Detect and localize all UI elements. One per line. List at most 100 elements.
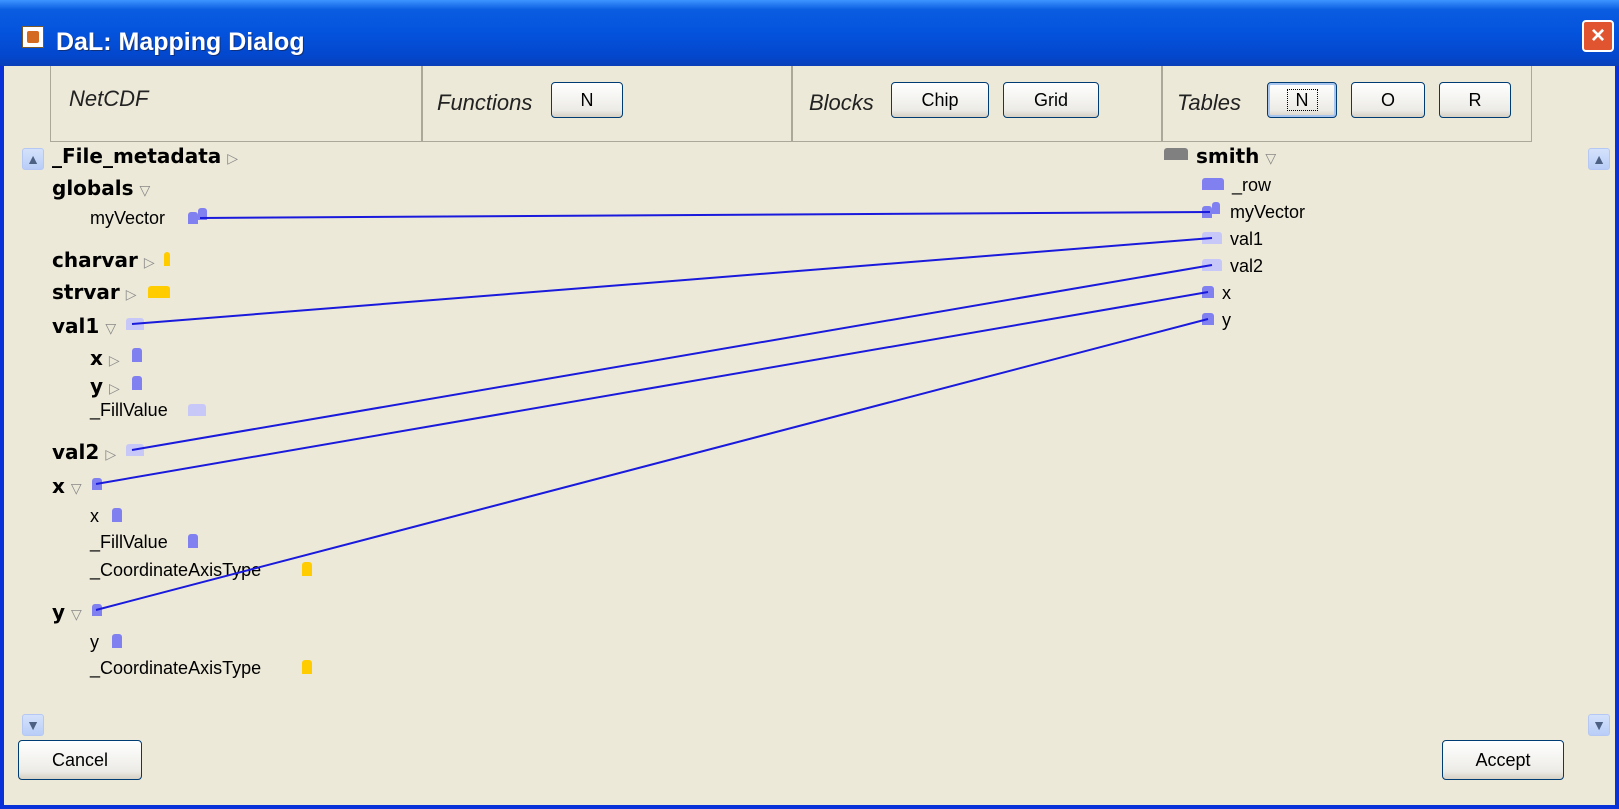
tables-r-button[interactable]: R xyxy=(1439,82,1511,118)
tables-n-button-label: N xyxy=(1286,89,1318,111)
tree-node-label: strvar xyxy=(52,280,120,304)
column-node-y[interactable]: y xyxy=(1222,310,1231,331)
blocks-label: Blocks xyxy=(809,90,874,115)
collapse-arrow-icon[interactable]: ▽ xyxy=(1265,151,1276,167)
window-title: DaL: Mapping Dialog xyxy=(56,28,305,56)
tree-node-charvar[interactable]: charvar ▷ xyxy=(52,248,155,272)
collapse-arrow-icon[interactable]: ▽ xyxy=(139,183,150,199)
left-scrollbar[interactable]: ▲ ▼ xyxy=(22,148,46,750)
tree-node-label: x xyxy=(52,474,65,498)
blocks-panel-header: Blocks Chip Grid xyxy=(792,66,1162,142)
collapse-arrow-icon[interactable]: ▽ xyxy=(71,481,82,497)
tree-node-x[interactable]: x ▽ xyxy=(52,474,82,498)
column-node-row[interactable]: _row xyxy=(1232,175,1271,196)
tables-label: Tables xyxy=(1177,90,1242,115)
expand-arrow-icon[interactable]: ▷ xyxy=(109,353,120,369)
column-node-x[interactable]: x xyxy=(1222,283,1231,304)
string-attribute-icon xyxy=(302,660,312,674)
variable-tag-icon[interactable] xyxy=(92,604,102,616)
link-myvector-myvector[interactable] xyxy=(199,211,1211,219)
dimension-tag-icon xyxy=(132,376,142,390)
tree-node-label: y xyxy=(52,600,66,624)
tree-node-globals[interactable]: globals ▽ xyxy=(52,176,150,200)
expand-arrow-icon[interactable]: ▷ xyxy=(105,447,116,463)
tree-node-label: charvar xyxy=(52,248,138,272)
column-tag-icon[interactable] xyxy=(1202,232,1222,244)
tree-node-val1-y[interactable]: y ▷ xyxy=(90,374,120,398)
tree-node-label: val1 xyxy=(52,314,100,338)
tree-node-val1-fillvalue[interactable]: _FillValue xyxy=(90,400,168,421)
tree-node-label: y xyxy=(90,374,104,398)
tree-node-x-x[interactable]: x xyxy=(90,506,99,527)
tree-node-val2[interactable]: val2 ▷ xyxy=(52,440,116,464)
functions-n-button[interactable]: N xyxy=(551,82,623,118)
expand-arrow-icon[interactable]: ▷ xyxy=(144,255,155,271)
column-tag-icon xyxy=(1212,202,1220,214)
link-y-y[interactable] xyxy=(95,318,1209,611)
variable-tag-icon[interactable] xyxy=(126,444,144,456)
tree-node-y[interactable]: y ▽ xyxy=(52,600,82,624)
column-tag-icon[interactable] xyxy=(1202,259,1222,271)
tables-o-button[interactable]: O xyxy=(1351,82,1425,118)
tree-node-val1-x[interactable]: x ▷ xyxy=(90,346,120,370)
string-attribute-icon xyxy=(302,562,312,576)
title-bar: DaL: Mapping Dialog × xyxy=(0,0,1619,66)
scroll-up-button-right[interactable]: ▲ xyxy=(1588,148,1610,170)
tree-node-label: globals xyxy=(52,176,134,200)
scroll-down-button-right[interactable]: ▼ xyxy=(1588,714,1610,736)
variable-tag-icon xyxy=(198,208,207,220)
column-tag-icon[interactable] xyxy=(1202,206,1212,218)
tree-node-file-metadata[interactable]: _File_metadata ▷ xyxy=(52,144,238,168)
tree-node-label: _File_metadata xyxy=(52,144,222,168)
blocks-grid-button[interactable]: Grid xyxy=(1003,82,1099,118)
string-type-icon xyxy=(148,286,170,298)
java-app-icon xyxy=(22,26,44,48)
tables-n-button[interactable]: N xyxy=(1267,82,1337,118)
column-tag-icon xyxy=(1202,178,1224,190)
column-node-myvector[interactable]: myVector xyxy=(1230,202,1305,223)
close-button[interactable]: × xyxy=(1582,20,1614,52)
tree-node-myvector[interactable]: myVector xyxy=(90,208,165,229)
tree-node-label: val2 xyxy=(52,440,100,464)
collapse-arrow-icon[interactable]: ▽ xyxy=(105,321,116,337)
blocks-chip-button[interactable]: Chip xyxy=(891,82,989,118)
column-tag-icon[interactable] xyxy=(1202,286,1214,298)
tree-node-y-coordinateaxistype[interactable]: _CoordinateAxisType xyxy=(90,658,261,679)
variable-tag-icon[interactable] xyxy=(92,478,102,490)
cancel-button[interactable]: Cancel xyxy=(18,740,142,780)
mapping-dialog-window: DaL: Mapping Dialog × NetCDF Functions N… xyxy=(0,0,1619,809)
expand-arrow-icon[interactable]: ▷ xyxy=(109,381,120,397)
functions-panel-header: Functions N xyxy=(422,66,792,142)
collapse-arrow-icon[interactable]: ▽ xyxy=(71,607,82,623)
link-val1-val1[interactable] xyxy=(131,237,1213,325)
char-type-icon xyxy=(164,252,170,266)
table-node-smith[interactable]: smith ▽ xyxy=(1196,144,1276,168)
tree-node-x-fillvalue[interactable]: _FillValue xyxy=(90,532,168,553)
tables-panel-header: Tables N O R xyxy=(1162,66,1532,142)
dimension-tag-icon xyxy=(112,634,122,648)
tree-node-x-coordinateaxistype[interactable]: _CoordinateAxisType xyxy=(90,560,261,581)
scroll-up-button-left[interactable]: ▲ xyxy=(22,148,44,170)
variable-tag-icon[interactable] xyxy=(126,318,144,330)
expand-arrow-icon[interactable]: ▷ xyxy=(126,287,137,303)
column-node-val2[interactable]: val2 xyxy=(1230,256,1263,277)
right-scrollbar[interactable]: ▲ ▼ xyxy=(1588,148,1612,750)
tree-node-label: x xyxy=(90,346,103,370)
dimension-tag-icon xyxy=(112,508,122,522)
tree-node-val1[interactable]: val1 ▽ xyxy=(52,314,116,338)
scroll-down-button-left[interactable]: ▼ xyxy=(22,714,44,736)
table-icon xyxy=(1164,148,1188,160)
link-x-x[interactable] xyxy=(95,291,1209,485)
netcdf-label: NetCDF xyxy=(69,86,149,111)
attribute-tag-icon xyxy=(188,534,198,548)
accept-button[interactable]: Accept xyxy=(1442,740,1564,780)
variable-tag-icon[interactable] xyxy=(188,212,198,224)
functions-label: Functions xyxy=(437,90,533,115)
tree-node-label: smith xyxy=(1196,144,1260,168)
tree-node-y-y[interactable]: y xyxy=(90,632,99,653)
tree-node-strvar[interactable]: strvar ▷ xyxy=(52,280,137,304)
column-node-val1[interactable]: val1 xyxy=(1230,229,1263,250)
link-val2-val2[interactable] xyxy=(131,264,1213,451)
column-tag-icon[interactable] xyxy=(1202,313,1214,325)
expand-arrow-icon[interactable]: ▷ xyxy=(227,151,238,167)
